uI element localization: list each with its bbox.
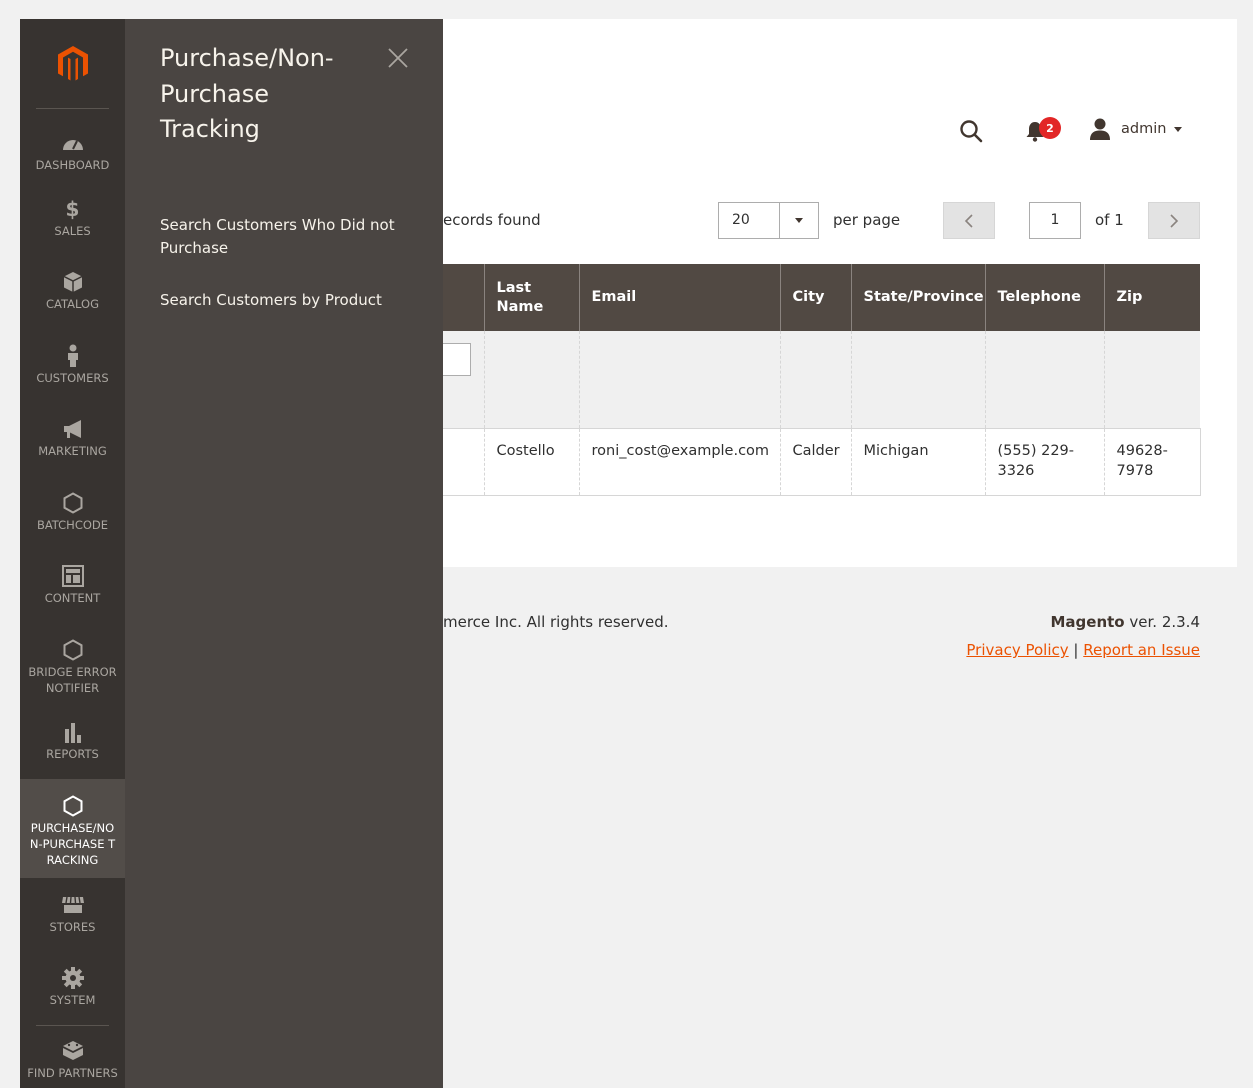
sidebar-item-marketing[interactable]: MARKETING: [20, 417, 125, 477]
sidebar-item-batchcode[interactable]: BATCHCODE: [20, 491, 125, 551]
user-name: admin: [1121, 121, 1167, 137]
records-found: ecords found: [443, 211, 541, 229]
submenu-flyout: Purchase/Non-Purchase Tracking Search Cu…: [125, 19, 443, 1088]
sidebar-item-label: STORES: [49, 920, 96, 934]
hexagon-icon: [61, 638, 85, 662]
sidebar-item-purchase-tracking[interactable]: PURCHASE/NON-PURCHASE TRACKING: [20, 779, 125, 878]
grid-header-telephone[interactable]: Telephone: [984, 264, 1104, 331]
sidebar-item-label: CUSTOMERS: [36, 371, 109, 385]
close-icon[interactable]: [385, 45, 411, 71]
grid-header-partial[interactable]: [443, 264, 484, 331]
cell-city: Calder: [779, 427, 851, 496]
storefront-icon: [61, 893, 85, 917]
page-total: of 1: [1095, 211, 1124, 229]
sidebar-item-content[interactable]: CONTENT: [20, 564, 125, 624]
sidebar-item-stores[interactable]: STORES: [20, 893, 125, 953]
grid-header-email[interactable]: Email: [578, 264, 780, 331]
filter-input[interactable]: [443, 343, 471, 376]
filter-cell: [984, 331, 1104, 428]
filter-cell: [779, 331, 851, 428]
sidebar-item-sales[interactable]: $ SALES: [20, 197, 125, 257]
chevron-left-icon: [964, 213, 973, 228]
sidebar-item-label: CATALOG: [46, 297, 99, 311]
sidebar-item-dashboard[interactable]: DASHBOARD: [20, 131, 125, 191]
grid-header-state[interactable]: State/Province: [850, 264, 985, 331]
sidebar-item-reports[interactable]: REPORTS: [20, 720, 125, 780]
filter-cell: [443, 331, 484, 428]
version-text: ver. 2.3.4: [1124, 613, 1200, 631]
grid-header-city[interactable]: City: [779, 264, 851, 331]
dashboard-icon: [61, 131, 85, 155]
per-page-select[interactable]: 20: [718, 202, 780, 239]
previous-page-button[interactable]: [943, 202, 995, 239]
filter-cell: [578, 331, 780, 428]
filter-cell: [850, 331, 985, 428]
chevron-down-icon: [1174, 126, 1183, 132]
sidebar-item-label: BRIDGE ERROR NOTIFIER: [28, 665, 117, 695]
sidebar-item-customers[interactable]: CUSTOMERS: [20, 344, 125, 404]
user-menu[interactable]: admin: [1087, 116, 1183, 142]
sidebar-item-find-partners[interactable]: FIND PARTNERS: [20, 1039, 125, 1088]
sidebar-item-label: FIND PARTNERS: [27, 1066, 118, 1080]
sidebar-item-label: SALES: [54, 224, 91, 238]
blocks-icon: [61, 1039, 85, 1063]
notification-count-badge[interactable]: 2: [1039, 117, 1061, 139]
report-issue-link[interactable]: Report an Issue: [1083, 641, 1200, 659]
grid-header-zip[interactable]: Zip: [1103, 264, 1200, 331]
nav-divider: [36, 1025, 109, 1026]
dollar-icon: $: [65, 197, 80, 221]
chevron-down-icon: [795, 218, 803, 223]
cell-telephone: (555) 229-3326: [984, 427, 1104, 496]
admin-sidebar: DASHBOARD $ SALES CATALOG CUSTOMERS MARK…: [20, 19, 125, 1088]
copyright-text: merce Inc. All rights reserved.: [443, 613, 669, 631]
cell-state: Michigan: [850, 427, 985, 496]
logo-divider: [36, 108, 109, 109]
hexagon-icon: [61, 491, 85, 515]
sidebar-item-bridge-error-notifier[interactable]: BRIDGE ERROR NOTIFIER: [20, 638, 125, 716]
sidebar-item-label: MARKETING: [38, 444, 107, 458]
footer-separator: |: [1073, 641, 1079, 659]
sidebar-item-label: BATCHCODE: [36, 518, 109, 532]
sidebar-item-catalog[interactable]: CATALOG: [20, 270, 125, 330]
hexagon-icon: [61, 794, 85, 818]
customer-grid: Last Name Email City State/Province Tele…: [443, 264, 1201, 496]
table-row[interactable]: Costello roni_cost@example.com Calder Mi…: [443, 427, 1201, 496]
person-icon: [61, 344, 85, 368]
magento-logo[interactable]: [20, 19, 125, 109]
megaphone-icon: [61, 417, 85, 441]
magento-version: Magento ver. 2.3.4: [1051, 613, 1201, 631]
per-page-label: per page: [833, 211, 901, 229]
cell-email: roni_cost@example.com: [578, 427, 780, 496]
filter-row: [443, 331, 1200, 428]
cell-partial: [443, 427, 484, 496]
next-page-button[interactable]: [1148, 202, 1200, 239]
sidebar-item-system[interactable]: SYSTEM: [20, 966, 125, 1026]
submenu-title: Purchase/Non-Purchase Tracking: [160, 44, 334, 143]
cube-icon: [61, 270, 85, 294]
cell-zip: 49628-7978: [1103, 427, 1201, 496]
privacy-policy-link[interactable]: Privacy Policy: [966, 641, 1068, 659]
footer-links: Privacy Policy | Report an Issue: [966, 641, 1200, 659]
user-icon: [1087, 116, 1113, 142]
brand-name: Magento: [1050, 613, 1125, 631]
chevron-right-icon: [1170, 213, 1179, 228]
page-number-input[interactable]: 1: [1029, 202, 1081, 239]
layout-icon: [61, 564, 85, 588]
filter-cell: [1103, 331, 1200, 428]
submenu-link-customers-no-purchase[interactable]: Search Customers Who Did not Purchase: [160, 214, 420, 260]
cell-last-name: Costello: [483, 427, 579, 496]
filter-cell: [483, 331, 579, 428]
bar-chart-icon: [61, 720, 85, 744]
sidebar-item-label: CONTENT: [44, 591, 101, 605]
sidebar-item-label: PURCHASE/NON-PURCHASE TRACKING: [29, 821, 116, 867]
search-icon[interactable]: [958, 118, 984, 144]
sidebar-item-label: REPORTS: [46, 747, 99, 761]
submenu-link-customers-by-product[interactable]: Search Customers by Product: [160, 289, 420, 312]
per-page-dropdown-button[interactable]: [779, 202, 819, 239]
grid-header-last-name[interactable]: Last Name: [483, 264, 579, 331]
sidebar-item-label: SYSTEM: [49, 993, 96, 1007]
gear-icon: [61, 966, 85, 990]
sidebar-item-label: DASHBOARD: [35, 158, 110, 172]
magento-logo-icon: [57, 46, 88, 82]
